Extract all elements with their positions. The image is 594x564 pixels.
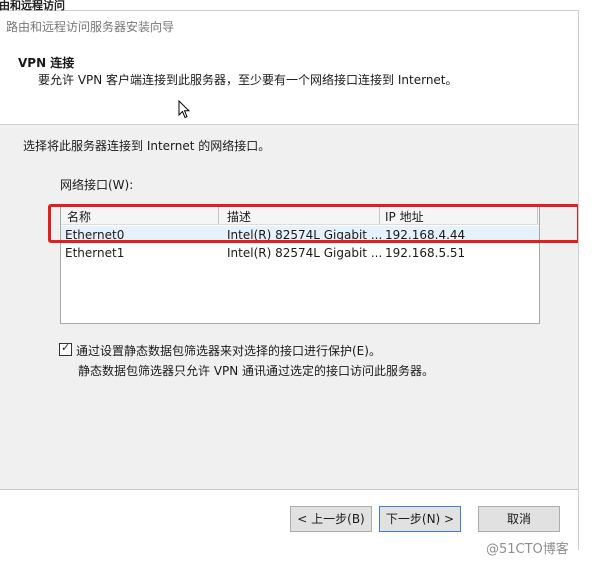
static-filter-checkbox-label[interactable]: 通过设置静态数据包筛选器来对选择的接口进行保护(E)。 xyxy=(76,342,381,359)
instruction-text: 选择将此服务器连接到 Internet 的网络接口。 xyxy=(23,139,271,153)
window-title: 由和远程访问 xyxy=(0,0,65,12)
page-description: 要允许 VPN 客户端连接到此服务器，至少要有一个网络接口连接到 Interne… xyxy=(38,73,458,87)
next-button[interactable]: 下一步(N) > xyxy=(379,506,461,532)
list-item[interactable]: Ethernet1 Intel(R) 82574L Gigabit ... 19… xyxy=(61,244,539,262)
interface-ip: 192.168.5.51 xyxy=(385,246,466,260)
interfaces-label: 网络接口(W): xyxy=(60,178,134,192)
wizard-header: VPN 连接 要允许 VPN 客户端连接到此服务器，至少要有一个网络接口连接到 … xyxy=(0,38,578,122)
static-filter-checkbox[interactable]: ✓ xyxy=(59,341,72,356)
window-titlebar: 由和远程访问 xyxy=(0,0,594,12)
static-filter-description: 静态数据包筛选器只允许 VPN 通讯通过选定的接口访问此服务器。 xyxy=(78,364,435,378)
back-button[interactable]: < 上一步(B) xyxy=(290,506,372,532)
annotation-highlight-box xyxy=(48,204,580,243)
checkmark-icon: ✓ xyxy=(61,341,71,354)
cancel-button[interactable]: 取消 xyxy=(478,506,560,532)
watermark-text: @51CTO博客 xyxy=(486,542,569,557)
interface-name: Ethernet1 xyxy=(65,246,125,260)
window-edge xyxy=(578,10,594,550)
interface-description: Intel(R) 82574L Gigabit ... xyxy=(227,246,383,260)
mouse-cursor-icon xyxy=(178,100,190,119)
page-title: VPN 连接 xyxy=(18,56,75,70)
wizard-title: 路由和远程访问服务器安装向导 xyxy=(6,20,175,34)
wizard-body: 选择将此服务器连接到 Internet 的网络接口。 网络接口(W): 名称 描… xyxy=(0,124,580,490)
